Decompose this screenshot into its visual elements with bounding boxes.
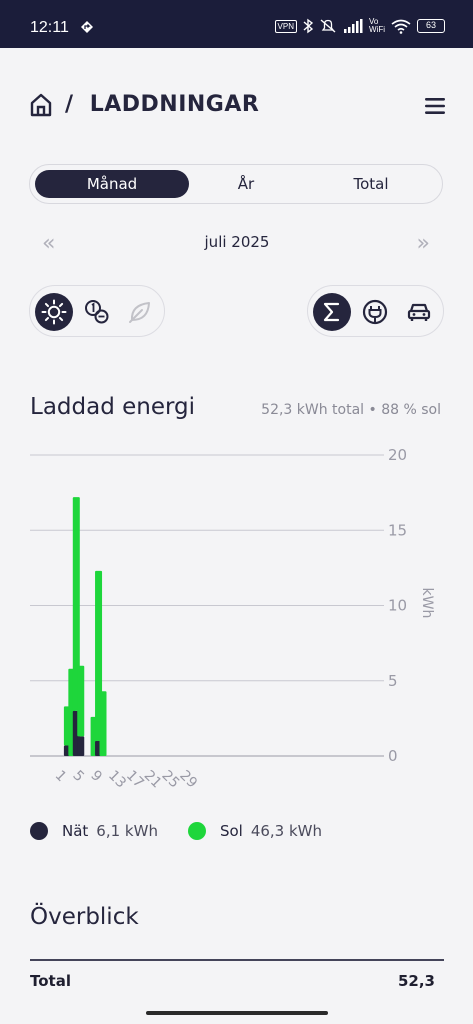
charger-view-button[interactable] <box>356 293 394 331</box>
legend-dot-solar <box>187 822 206 840</box>
home-icon[interactable] <box>30 93 52 117</box>
leaf-icon <box>129 302 150 323</box>
bar-solar <box>77 665 85 737</box>
bar-solar <box>99 691 107 756</box>
overview-divider <box>30 959 444 961</box>
grid-filter-button[interactable] <box>78 293 116 331</box>
sun-filter-button[interactable] <box>35 293 73 331</box>
legend-value-grid: 6,1 kWh <box>96 822 158 840</box>
next-month-button[interactable]: » <box>417 231 430 256</box>
battery-indicator: 63 <box>417 19 445 33</box>
status-icons: VPN Vo WiFi 63 <box>274 17 445 34</box>
energy-chart: 05101520kWh1 5 9 1317212529 <box>30 446 435 792</box>
sum-view-button[interactable] <box>313 293 351 331</box>
energy-title: Laddad energi <box>30 394 196 420</box>
x-tick-label: 1 <box>52 768 70 786</box>
sum-icon <box>323 302 340 322</box>
vpn-badge: VPN <box>274 19 297 33</box>
y-tick-label: 5 <box>388 672 398 690</box>
tab-total[interactable]: Total <box>302 170 440 198</box>
y-tick-label: 0 <box>388 747 398 765</box>
legend-name-grid: Nät <box>62 822 89 840</box>
source-filter-group <box>29 285 165 337</box>
menu-icon[interactable] <box>425 98 445 114</box>
grid-meter-icon <box>85 300 109 324</box>
navigation-icon <box>81 21 93 33</box>
sun-icon <box>41 299 67 325</box>
vowifi-label: Vo WiFi <box>369 17 385 34</box>
view-filter-group <box>307 285 444 337</box>
eco-filter-button[interactable] <box>121 293 159 331</box>
period-tabs: Månad År Total <box>29 164 443 204</box>
y-tick-label: 15 <box>388 521 407 539</box>
tab-year[interactable]: År <box>190 170 302 198</box>
silent-bell-icon <box>320 19 336 33</box>
overview-title: Överblick <box>30 904 139 930</box>
chart-legend: Nät 6,1 kWh Sol 46,3 kWh <box>30 822 322 840</box>
legend-value-solar: 46,3 kWh <box>250 822 323 840</box>
wifi-icon <box>391 19 411 34</box>
charger-icon <box>362 299 388 325</box>
car-view-button[interactable] <box>400 293 438 331</box>
x-tick-label: 9 <box>87 768 105 786</box>
y-tick-label: 10 <box>388 597 407 615</box>
signal-icon <box>344 19 363 33</box>
overview-total-value: 52,3 <box>397 972 435 990</box>
energy-summary: 52,3 kWh total • 88 % sol <box>261 402 441 418</box>
current-month-label: juli 2025 <box>204 233 270 251</box>
y-tick-label: 20 <box>388 446 407 464</box>
bar-grid <box>77 736 85 756</box>
overview-total-row: Total 52,3 <box>30 972 435 994</box>
overview-total-label: Total <box>30 972 71 990</box>
y-axis-label: kWh <box>419 588 435 619</box>
x-tick-label: 5 <box>69 768 87 786</box>
tab-month[interactable]: Månad <box>35 170 189 198</box>
page-header: / LADDNINGAR <box>30 90 445 124</box>
month-navigator: « juli 2025 » <box>30 228 444 258</box>
x-tick-label: 29 <box>176 768 200 792</box>
status-time: 12:11 <box>30 19 69 36</box>
bluetooth-icon <box>303 18 313 34</box>
breadcrumb: / LADDNINGAR <box>65 92 259 117</box>
status-bar: 12:11 VPN Vo WiFi 63 <box>0 0 473 48</box>
breadcrumb-separator: / <box>65 92 74 117</box>
page-title: LADDNINGAR <box>89 92 260 117</box>
legend-name-solar: Sol <box>219 822 243 840</box>
home-indicator <box>146 1011 328 1015</box>
legend-dot-grid <box>30 822 48 840</box>
car-icon <box>407 303 431 321</box>
